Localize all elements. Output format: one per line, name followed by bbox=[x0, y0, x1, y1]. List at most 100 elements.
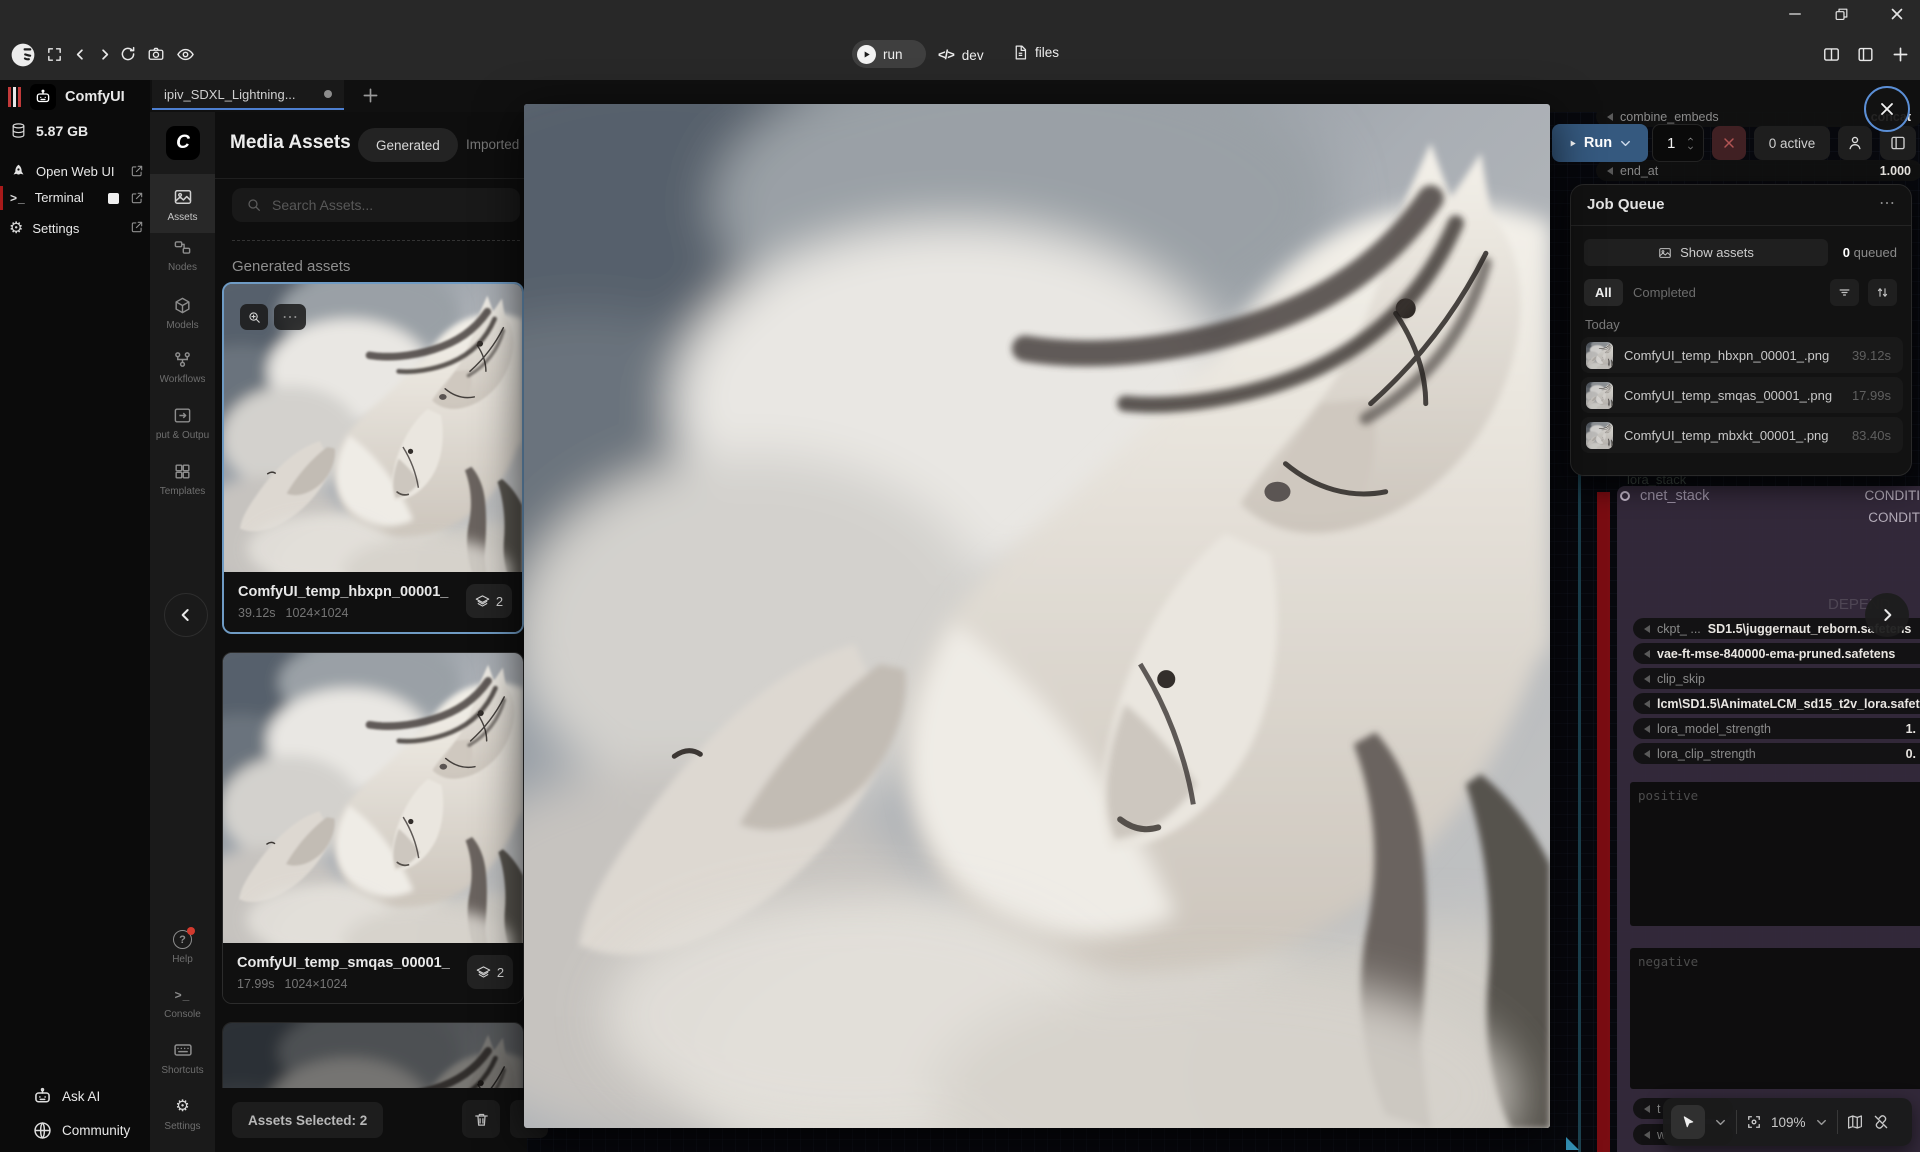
delete-assets-button[interactable] bbox=[462, 1100, 500, 1138]
files-button[interactable]: files bbox=[1012, 44, 1059, 61]
asset-card-selected[interactable]: ComfyUI_temp_hbxpn_00001_ 39.12s 1024×10… bbox=[222, 282, 524, 634]
external-link-icon[interactable] bbox=[130, 164, 144, 178]
toggle-links-icon[interactable] bbox=[1872, 1113, 1890, 1131]
stop-terminal-icon[interactable] bbox=[108, 193, 119, 204]
play-icon bbox=[1567, 138, 1578, 149]
forward-icon[interactable] bbox=[96, 46, 113, 63]
chevron-down-icon[interactable] bbox=[1618, 136, 1633, 151]
zoom-level[interactable]: 109% bbox=[1771, 1115, 1806, 1130]
queue-job-row[interactable]: ComfyUI_temp_smqas_00001_.png 17.99s bbox=[1581, 377, 1903, 413]
chevron-down-icon[interactable] bbox=[1814, 1115, 1829, 1130]
close-window-button[interactable] bbox=[1884, 2, 1910, 26]
rail-item-shortcuts[interactable]: Shortcuts bbox=[150, 1040, 215, 1076]
widget-left-arrow-icon[interactable] bbox=[1644, 700, 1650, 708]
assets-selected-pill: Assets Selected: 2 bbox=[232, 1102, 383, 1138]
positive-prompt-textarea[interactable]: positive bbox=[1630, 782, 1920, 926]
watch-icon[interactable] bbox=[176, 45, 195, 64]
sidebar-item-community[interactable]: Community bbox=[32, 1120, 130, 1141]
run-button[interactable]: Run bbox=[1552, 124, 1648, 162]
sidebar-item-terminal[interactable]: Terminal bbox=[10, 190, 84, 205]
tab-workflow[interactable]: ipiv_SDXL_Lightning... bbox=[152, 80, 344, 110]
widget-left-arrow-icon[interactable] bbox=[1644, 725, 1650, 733]
external-link-icon[interactable] bbox=[130, 220, 144, 234]
run-mode-button[interactable]: run bbox=[852, 40, 926, 68]
filter-button[interactable] bbox=[1830, 279, 1859, 306]
widget-lora[interactable]: lcm\SD1.5\AnimateLCM_sd15_t2v_lora.safet bbox=[1633, 693, 1920, 714]
rail-item-help[interactable]: Help bbox=[150, 930, 215, 965]
minimize-button[interactable] bbox=[1782, 2, 1808, 26]
widget-left-arrow-icon[interactable] bbox=[1644, 625, 1650, 633]
rail-item-settings[interactable]: Settings bbox=[150, 1096, 215, 1132]
rail-item-assets[interactable]: Assets bbox=[150, 174, 215, 233]
asset-thumbnail[interactable] bbox=[224, 284, 522, 572]
batch-count-stepper[interactable]: 1 bbox=[1652, 124, 1704, 162]
previous-image-button[interactable] bbox=[164, 593, 208, 637]
account-button[interactable] bbox=[1838, 126, 1872, 160]
asset-count-badge[interactable]: 2 bbox=[466, 584, 512, 618]
pointer-tool-button[interactable] bbox=[1671, 1105, 1705, 1139]
widget-clip-skip[interactable]: clip_skip bbox=[1633, 668, 1920, 689]
rail-item-console[interactable]: Console bbox=[150, 986, 215, 1020]
sort-button[interactable] bbox=[1868, 279, 1897, 306]
widget-value: 0. bbox=[1906, 747, 1920, 761]
queue-job-row[interactable]: ComfyUI_temp_hbxpn_00001_.png 39.12s bbox=[1581, 337, 1903, 373]
queue-job-row[interactable]: ComfyUI_temp_mbxkt_00001_.png 83.40s bbox=[1581, 417, 1903, 453]
back-icon[interactable] bbox=[72, 46, 89, 63]
screenshot-icon[interactable] bbox=[147, 45, 165, 63]
sidebar-item-open-web-ui[interactable]: Open Web UI bbox=[10, 163, 115, 180]
widget-left-arrow-icon[interactable] bbox=[1644, 675, 1650, 683]
asset-thumbnail[interactable] bbox=[223, 653, 523, 943]
chevron-down-icon[interactable] bbox=[1713, 1115, 1728, 1130]
stepper-arrows-icon[interactable] bbox=[1685, 135, 1696, 152]
comfyui-rail-logo[interactable] bbox=[166, 126, 200, 160]
negative-prompt-textarea[interactable]: negative bbox=[1630, 948, 1920, 1089]
rail-item-workflows[interactable]: Workflows bbox=[150, 350, 215, 385]
rail-item-templates[interactable]: Templates bbox=[150, 462, 215, 497]
show-assets-button[interactable]: Show assets bbox=[1584, 239, 1828, 266]
widget-lora-model-strength[interactable]: lora_model_strength 1. bbox=[1633, 718, 1920, 739]
widget-left-arrow-icon[interactable] bbox=[1644, 1105, 1650, 1113]
next-image-button[interactable] bbox=[1865, 593, 1909, 637]
new-tab-button[interactable] bbox=[360, 85, 381, 106]
asset-count-badge[interactable]: 2 bbox=[467, 955, 513, 989]
sidebar-item-ask-ai[interactable]: Ask AI bbox=[32, 1086, 100, 1107]
widget-left-arrow-icon[interactable] bbox=[1607, 167, 1613, 175]
zoom-asset-button[interactable] bbox=[240, 304, 268, 330]
rail-item-nodes[interactable]: Nodes bbox=[150, 238, 215, 273]
external-link-icon[interactable] bbox=[130, 191, 144, 205]
cancel-run-button[interactable] bbox=[1712, 126, 1746, 160]
widget-left-arrow-icon[interactable] bbox=[1644, 750, 1650, 758]
reload-icon[interactable] bbox=[119, 45, 137, 63]
tab-imported[interactable]: Imported bbox=[466, 137, 519, 152]
input-slot-icon[interactable] bbox=[1620, 491, 1630, 501]
fit-view-icon[interactable] bbox=[1745, 1113, 1763, 1131]
search-input[interactable]: Search Assets... bbox=[232, 188, 520, 222]
asset-menu-button[interactable] bbox=[274, 304, 306, 330]
asset-card[interactable]: ComfyUI_temp_smqas_00001_ 17.99s 1024×10… bbox=[222, 652, 524, 1004]
rail-item-input-output[interactable]: put & Outpu bbox=[150, 406, 215, 441]
widget-left-arrow-icon[interactable] bbox=[1644, 1131, 1650, 1139]
rail-item-models[interactable]: Models bbox=[150, 296, 215, 331]
widget-left-arrow-icon[interactable] bbox=[1607, 113, 1613, 121]
active-jobs-badge[interactable]: 0 active bbox=[1754, 126, 1830, 160]
avatar[interactable] bbox=[10, 42, 36, 68]
minimap-icon[interactable] bbox=[1846, 1113, 1864, 1131]
filter-all-tab[interactable]: All bbox=[1584, 279, 1623, 306]
restore-button[interactable] bbox=[1828, 2, 1854, 26]
panel-layout-icon[interactable] bbox=[1856, 45, 1875, 64]
node-resize-handle[interactable] bbox=[1566, 1137, 1579, 1150]
dev-mode-button[interactable]: dev bbox=[938, 46, 984, 64]
widget-left-arrow-icon[interactable] bbox=[1644, 650, 1650, 658]
filter-completed-tab[interactable]: Completed bbox=[1633, 285, 1696, 300]
fullscreen-icon[interactable] bbox=[46, 46, 63, 63]
tab-generated[interactable]: Generated bbox=[358, 128, 458, 162]
split-view-icon[interactable] bbox=[1822, 45, 1841, 64]
widget-vae[interactable]: vae-ft-mse-840000-ema-pruned.safetens bbox=[1633, 643, 1920, 664]
queue-menu-icon[interactable] bbox=[1879, 193, 1895, 213]
new-window-icon[interactable] bbox=[1890, 44, 1911, 65]
sidebar-menu-button[interactable]: ComfyUI bbox=[8, 84, 125, 110]
close-preview-button[interactable] bbox=[1864, 86, 1910, 132]
sidebar-item-settings[interactable]: Settings bbox=[9, 218, 79, 238]
widget-lora-clip-strength[interactable]: lora_clip_strength 0. bbox=[1633, 743, 1920, 764]
widget-end-at[interactable]: end_at 1.000 bbox=[1596, 160, 1920, 181]
